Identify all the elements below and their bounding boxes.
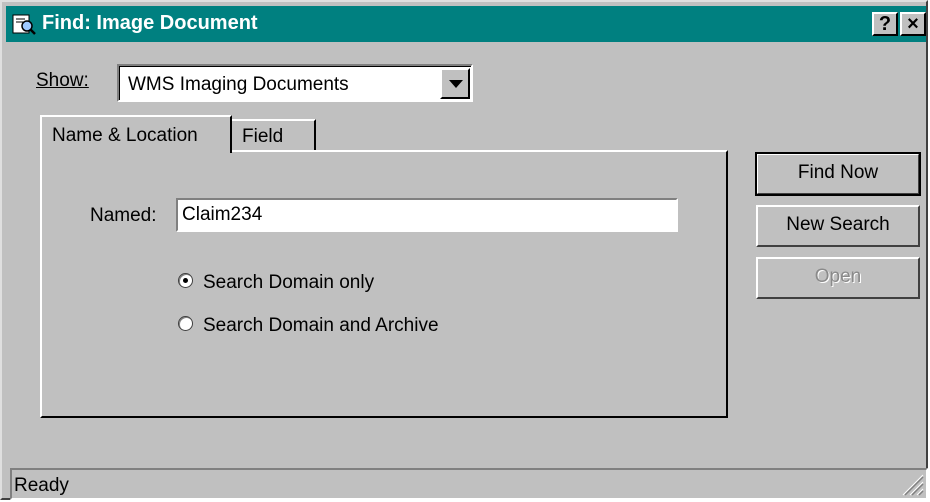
app-icon: [12, 14, 36, 35]
tab-name-location[interactable]: Name & Location: [40, 115, 232, 153]
size-grip-icon[interactable]: [898, 470, 924, 496]
radio-search-domain-archive-label: Search Domain and Archive: [203, 315, 439, 336]
find-now-button[interactable]: Find Now: [755, 152, 921, 196]
tab-panel-name-location: Named: Search Domain only Search Domain …: [40, 150, 728, 418]
radio-search-domain-only[interactable]: Search Domain only: [178, 272, 374, 294]
radio-unchecked-icon[interactable]: [178, 316, 193, 332]
dropdown-arrow-icon[interactable]: [440, 68, 470, 99]
tab-name-location-label: Name & Location: [52, 125, 198, 146]
title-bar[interactable]: Find: Image Document ? ×: [6, 6, 926, 42]
radio-checked-icon[interactable]: [178, 273, 193, 289]
status-text: Ready: [14, 475, 69, 496]
radio-search-domain-only-label: Search Domain only: [203, 272, 375, 293]
window-title: Find: Image Document: [42, 12, 258, 34]
new-search-button[interactable]: New Search: [756, 205, 920, 247]
radio-search-domain-archive[interactable]: Search Domain and Archive: [178, 315, 439, 337]
status-bar: Ready: [10, 468, 928, 500]
close-icon[interactable]: ×: [900, 12, 926, 36]
named-label: Named:: [90, 205, 157, 226]
show-label: Show:: [36, 70, 89, 91]
tab-field[interactable]: Field: [230, 119, 316, 151]
show-dropdown[interactable]: WMS Imaging Documents: [117, 64, 473, 102]
show-dropdown-value: WMS Imaging Documents: [128, 74, 349, 95]
open-button[interactable]: Open: [756, 257, 920, 299]
tab-field-label: Field: [242, 126, 284, 147]
named-input[interactable]: [176, 198, 678, 232]
find-dialog-window: Find: Image Document ? × Show: WMS Imagi…: [0, 0, 928, 500]
help-icon[interactable]: ?: [872, 12, 898, 36]
